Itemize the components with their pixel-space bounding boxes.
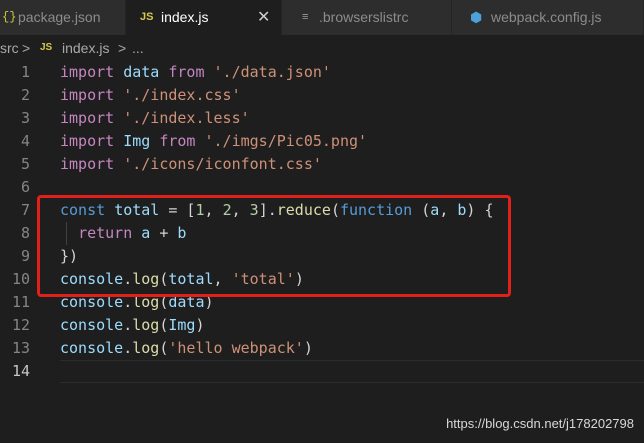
line-number: 12 <box>11 316 30 334</box>
tab-label: index.js <box>161 9 209 25</box>
tab-package-json[interactable]: {} package.json <box>0 0 126 35</box>
editor-tab-bar: {} package.json JS index.js ✕ ≡ .browser… <box>0 0 644 35</box>
code-line[interactable]: import Img from './imgs/Pic05.png' <box>60 130 644 153</box>
code-token: Img <box>114 132 160 150</box>
webpack-cube-icon: ⬢ <box>470 9 483 25</box>
close-icon[interactable]: ✕ <box>257 0 270 35</box>
tab-label: .browserslistrc <box>319 9 409 25</box>
line-number: 10 <box>11 270 30 288</box>
line-number: 9 <box>20 247 30 265</box>
tab-browserslistrc[interactable]: ≡ .browserslistrc <box>282 0 452 35</box>
code-token: data <box>114 63 169 81</box>
code-token: './index.css' <box>123 86 241 104</box>
code-token: log <box>132 339 160 357</box>
code-token: import <box>60 132 115 150</box>
code-line[interactable]: import './index.less' <box>60 107 644 130</box>
tab-webpack-config[interactable]: ⬢ webpack.config.js <box>452 0 644 35</box>
code-token: from <box>159 132 196 150</box>
code-token: ) <box>195 316 205 334</box>
breadcrumb-separator: > <box>22 40 31 56</box>
code-token: ) <box>303 339 313 357</box>
tab-label: package.json <box>18 9 101 25</box>
code-token: . <box>123 339 133 357</box>
code-token: import <box>60 155 115 173</box>
breadcrumb-symbol[interactable]: ... <box>132 35 144 61</box>
line-number: 5 <box>20 155 30 173</box>
breadcrumb-folder[interactable]: src <box>0 35 19 61</box>
code-token: 'hello webpack' <box>168 339 304 357</box>
code-token: './icons/iconfont.css' <box>123 155 322 173</box>
line-number-gutter: 1 2 3 4 5 6 7 8 9 10 11 12 13 14 <box>0 61 40 383</box>
highlight-annotation-box <box>37 195 511 297</box>
code-token: console <box>60 316 124 334</box>
code-line[interactable]: console.log(Img) <box>60 314 644 337</box>
code-line[interactable] <box>60 360 644 383</box>
line-number: 8 <box>20 224 30 242</box>
code-line[interactable]: console.log('hello webpack') <box>60 337 644 360</box>
line-number: 11 <box>11 293 30 311</box>
code-line[interactable]: import './icons/iconfont.css' <box>60 153 644 176</box>
tab-index-js[interactable]: JS index.js ✕ <box>126 0 282 35</box>
line-number: 2 <box>20 86 30 104</box>
code-token: './index.less' <box>123 109 250 127</box>
code-token: log <box>132 316 160 334</box>
tab-label: webpack.config.js <box>491 9 602 25</box>
watermark: https://blog.csdn.net/j178202798 <box>446 416 634 431</box>
code-token: Img <box>168 316 196 334</box>
line-number: 7 <box>20 201 30 219</box>
code-token: import <box>60 109 115 127</box>
breadcrumb-file[interactable]: index.js <box>62 35 109 61</box>
code-token: './imgs/Pic05.png' <box>204 132 368 150</box>
code-line[interactable]: import './index.css' <box>60 84 644 107</box>
code-line[interactable]: import data from './data.json' <box>60 61 644 84</box>
line-number: 3 <box>20 109 30 127</box>
breadcrumb-separator: > <box>118 40 127 56</box>
code-token: . <box>123 316 133 334</box>
line-number: 13 <box>11 339 30 357</box>
line-number: 6 <box>20 178 30 196</box>
line-number: 1 <box>20 63 30 81</box>
text-file-icon: ≡ <box>302 11 309 23</box>
breadcrumb: src > JS index.js > ... <box>0 35 644 61</box>
code-token: import <box>60 86 115 104</box>
javascript-file-icon: JS <box>140 11 154 23</box>
line-number: 4 <box>20 132 30 150</box>
code-token: from <box>168 63 205 81</box>
code-token: './data.json' <box>213 63 331 81</box>
code-token: import <box>60 63 115 81</box>
json-file-icon: {} <box>2 10 17 24</box>
javascript-file-icon: JS <box>40 42 53 53</box>
code-token: console <box>60 339 124 357</box>
line-number: 14 <box>11 362 30 380</box>
